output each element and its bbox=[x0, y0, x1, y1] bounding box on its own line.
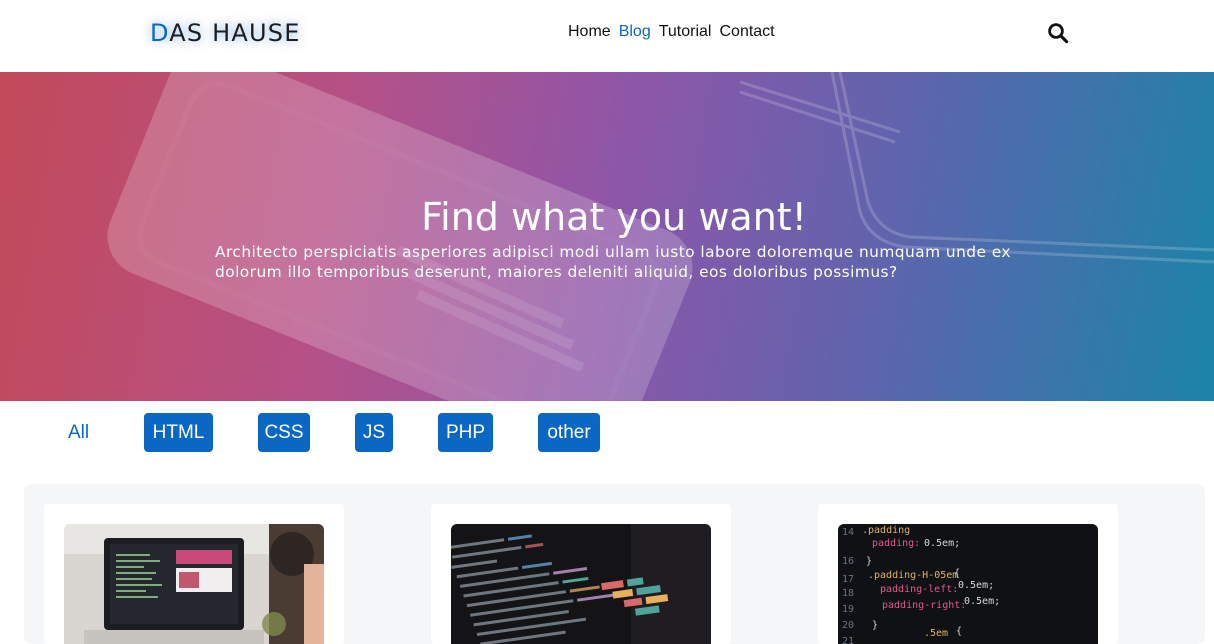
post-card[interactable] bbox=[431, 504, 731, 644]
search-button[interactable] bbox=[1046, 21, 1070, 45]
code-editor-photo bbox=[451, 524, 711, 644]
svg-text:16: 16 bbox=[842, 556, 854, 567]
nav-home[interactable]: Home bbox=[568, 23, 611, 41]
post-card[interactable] bbox=[44, 504, 344, 644]
svg-text:0.5em;: 0.5em; bbox=[924, 538, 960, 549]
hero-title: Find what you want! bbox=[421, 195, 807, 239]
svg-text:.5em: .5em bbox=[924, 628, 948, 639]
svg-text:0.5em;: 0.5em; bbox=[958, 580, 994, 591]
svg-text:.padding: .padding bbox=[862, 525, 910, 536]
svg-text:padding-left:: padding-left: bbox=[880, 584, 958, 595]
svg-text:19: 19 bbox=[842, 604, 854, 615]
svg-text:}: } bbox=[872, 620, 878, 631]
post-card[interactable]: 14 .padding padding: 0.5em; 16} 17 .paddi… bbox=[818, 504, 1118, 644]
post-thumbnail[interactable] bbox=[451, 524, 711, 644]
svg-text:18: 18 bbox=[842, 588, 854, 599]
site-header: DAS HAUSE Home Blog Tutorial Contact bbox=[0, 0, 1214, 72]
svg-text:14: 14 bbox=[842, 527, 854, 538]
css-code-photo: 14 .padding padding: 0.5em; 16} 17 .paddi… bbox=[838, 524, 1098, 644]
svg-text:{: { bbox=[954, 568, 960, 579]
laptop-desk-photo bbox=[64, 524, 324, 644]
svg-text:17: 17 bbox=[842, 574, 854, 585]
site-logo[interactable]: DAS HAUSE bbox=[150, 19, 301, 47]
filter-php[interactable]: PHP bbox=[438, 413, 493, 452]
filter-all[interactable]: All bbox=[68, 413, 108, 452]
hero-description: Architecto perspiciatis asperiores adipi… bbox=[215, 243, 1011, 281]
filter-js[interactable]: JS bbox=[355, 413, 393, 452]
svg-text:{: { bbox=[956, 626, 962, 637]
search-icon bbox=[1048, 23, 1069, 44]
svg-text:}: } bbox=[866, 556, 872, 567]
svg-text:padding-right:: padding-right: bbox=[882, 600, 966, 611]
nav-blog[interactable]: Blog bbox=[619, 23, 651, 41]
category-filter-bar: All HTML CSS JS PHP other bbox=[0, 401, 1214, 483]
svg-text:padding:: padding: bbox=[872, 538, 920, 549]
post-thumbnail[interactable] bbox=[64, 524, 324, 644]
logo-text: AS HAUSE bbox=[169, 19, 301, 47]
filter-css[interactable]: CSS bbox=[258, 413, 310, 452]
svg-text:.padding-H-05em: .padding-H-05em bbox=[868, 570, 958, 581]
hero-banner: Find what you want! Architecto perspicia… bbox=[0, 72, 1214, 401]
nav-contact[interactable]: Contact bbox=[719, 23, 774, 41]
posts-grid: 14 .padding padding: 0.5em; 16} 17 .paddi… bbox=[24, 484, 1205, 644]
nav-tutorial[interactable]: Tutorial bbox=[659, 23, 712, 41]
filter-html[interactable]: HTML bbox=[144, 413, 213, 452]
post-thumbnail[interactable]: 14 .padding padding: 0.5em; 16} 17 .paddi… bbox=[838, 524, 1098, 644]
main-nav: Home Blog Tutorial Contact bbox=[568, 23, 775, 41]
svg-text:0.5em;: 0.5em; bbox=[964, 596, 1000, 607]
logo-initial: D bbox=[150, 19, 170, 47]
filter-other[interactable]: other bbox=[538, 413, 600, 452]
svg-text:21: 21 bbox=[842, 636, 854, 644]
svg-text:20: 20 bbox=[842, 620, 854, 631]
